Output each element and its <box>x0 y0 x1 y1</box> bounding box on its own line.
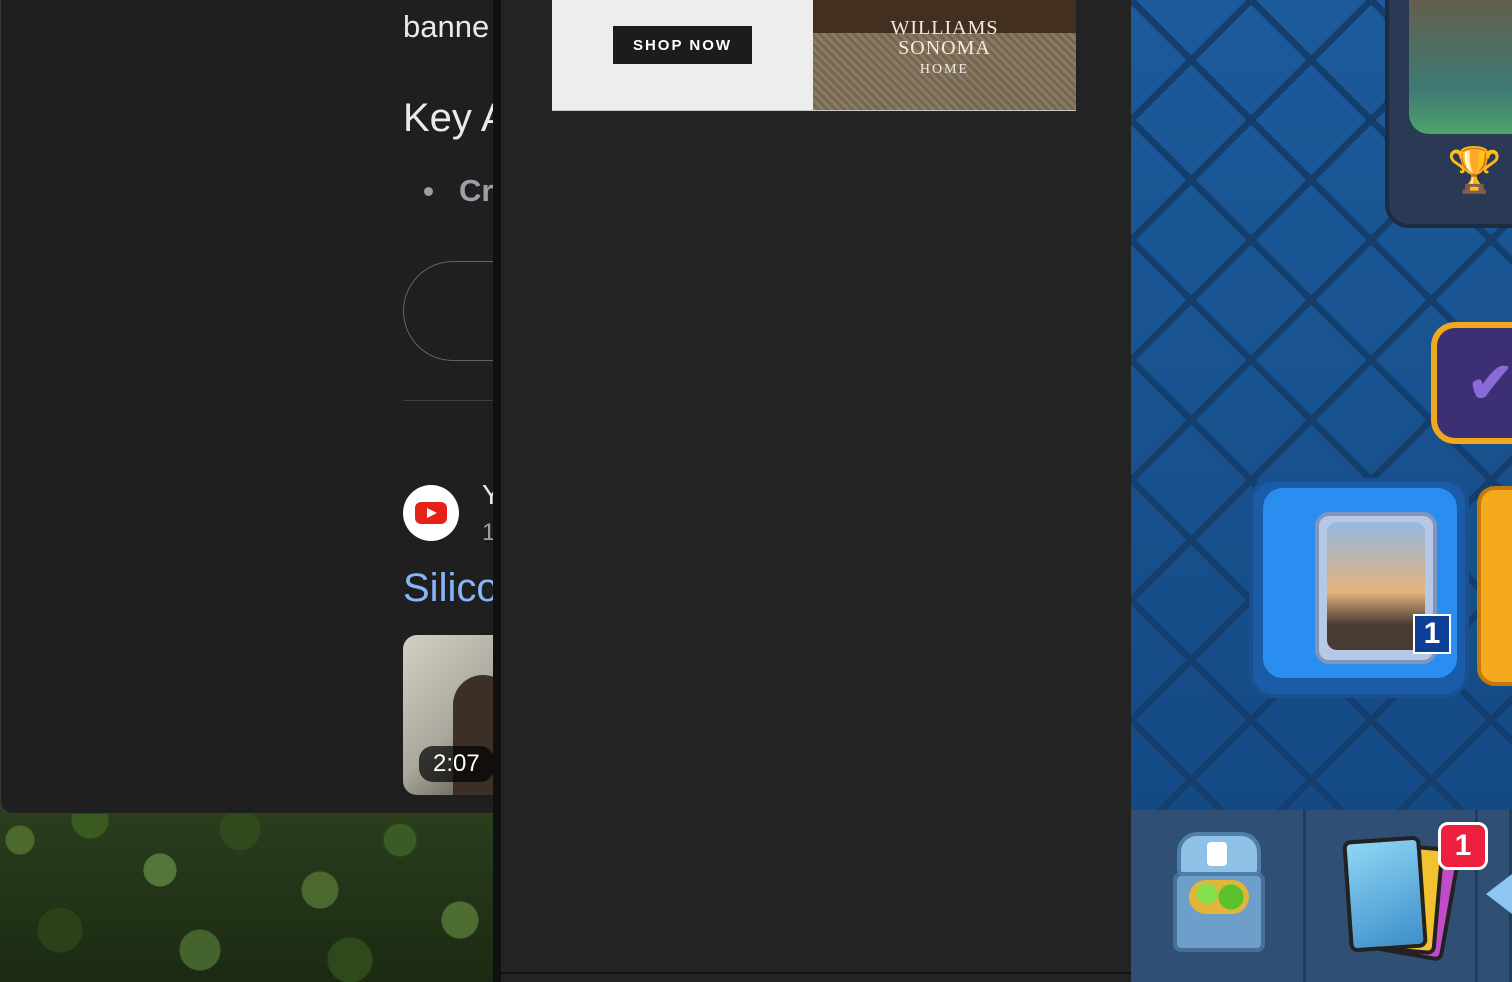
youtube-play-icon <box>415 502 447 524</box>
ad-panel: SHOP NOW WILLIAMS SONOMA HOME <box>493 0 1139 982</box>
desktop-wallpaper <box>0 800 520 982</box>
browser-content: banne Key A Cr Y 1 Silico 2:07 <box>1 1 521 813</box>
williams-sonoma-logo: WILLIAMS SONOMA HOME <box>813 18 1076 78</box>
ad-left-section: SHOP NOW <box>552 0 813 110</box>
chest-icon <box>1169 832 1269 952</box>
cards-icon: 1 <box>1334 822 1488 962</box>
card-slot[interactable] <box>1249 478 1469 698</box>
checkmark-icon: ✔ <box>1437 328 1512 438</box>
card-portrait <box>1327 522 1425 650</box>
result-link-title[interactable]: Silico <box>403 566 499 611</box>
arena-image <box>1409 0 1512 134</box>
brand-line-2: SONOMA <box>898 37 991 59</box>
trophy-icon: 🏆 <box>1447 146 1502 195</box>
lock-icon <box>1207 842 1227 866</box>
bullet-dot <box>424 187 433 196</box>
ad-image[interactable]: WILLIAMS SONOMA HOME <box>813 0 1076 110</box>
gold-card-slot[interactable] <box>1477 486 1512 686</box>
partial-heading-banne: banne <box>403 9 490 44</box>
panel-frame <box>501 0 1133 974</box>
tab-cards[interactable]: 1 <box>1306 810 1488 982</box>
gems-icon <box>1189 880 1249 914</box>
tab-shop[interactable] <box>1131 810 1306 982</box>
bullet-item-1: Cr <box>459 173 494 208</box>
card-front-blue <box>1342 835 1428 953</box>
browser-window: banne Key A Cr Y 1 Silico 2:07 <box>0 0 522 814</box>
video-duration-badge: 2:07 <box>419 746 494 782</box>
brand-line-3: HOME <box>919 62 970 77</box>
claim-button[interactable]: ✔ <box>1431 322 1512 444</box>
game-screen: 🏆 ✔ 1 <box>1131 0 1512 810</box>
arrow-left-icon <box>1486 874 1512 914</box>
ad-banner[interactable]: SHOP NOW WILLIAMS SONOMA HOME <box>552 0 1076 111</box>
partial-heading-key: Key A <box>403 96 508 140</box>
game-nav-bar: 1 <box>1131 810 1512 982</box>
shop-now-button[interactable]: SHOP NOW <box>613 26 752 64</box>
arena-card[interactable]: 🏆 <box>1385 0 1512 228</box>
tab-next[interactable] <box>1478 810 1512 982</box>
brand-line-1: WILLIAMS <box>890 17 999 39</box>
card-count-badge: 1 <box>1413 614 1451 654</box>
youtube-avatar[interactable] <box>403 485 459 541</box>
